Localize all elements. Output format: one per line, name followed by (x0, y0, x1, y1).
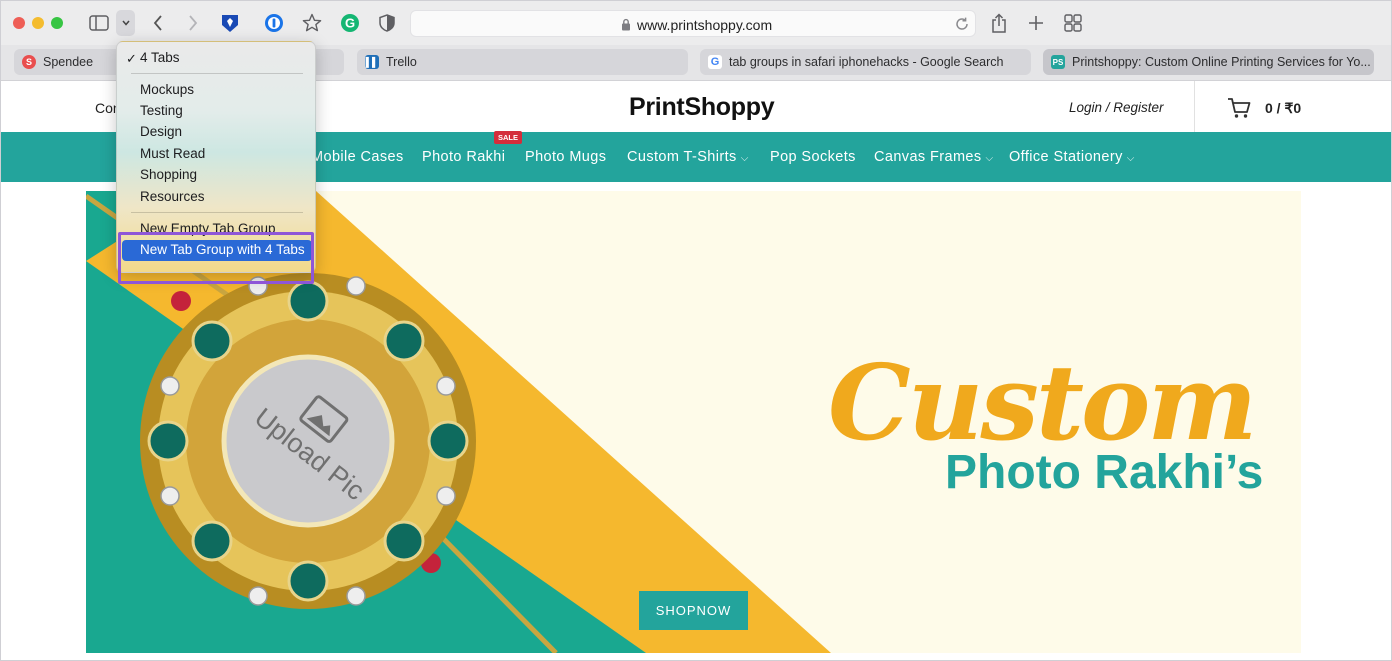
banner-headline-photo-rakhi: Photo Rakhi’s (945, 446, 1264, 499)
tab-title: tab groups in safari iphonehacks - Googl… (729, 55, 1004, 69)
spendee-icon: S (22, 55, 36, 69)
privacy-shield-icon[interactable] (375, 11, 399, 35)
sidebar-toggle-icon[interactable] (87, 11, 111, 35)
nav-canvas-frames[interactable]: Canvas Frames ⌵ (874, 149, 994, 165)
nav-custom-t-shirts[interactable]: Custom T-Shirts ⌵ (627, 149, 749, 165)
menu-item-resources[interactable]: Resources (140, 187, 205, 207)
annotation-highlight-box (118, 232, 314, 284)
share-icon[interactable] (987, 11, 1011, 35)
tab-printshoppy[interactable]: PS Printshoppy: Custom Online Printing S… (1043, 49, 1374, 75)
grammarly-icon[interactable]: G (338, 11, 362, 35)
menu-item-shopping[interactable]: Shopping (140, 165, 197, 185)
chevron-down-icon: ⌵ (985, 153, 994, 164)
menu-separator (131, 73, 303, 74)
password-manager-icon[interactable] (262, 11, 286, 35)
printshoppy-icon: PS (1051, 55, 1065, 69)
menu-item-testing[interactable]: Testing (140, 101, 183, 121)
header-divider (1194, 81, 1195, 132)
nav-label: Office Stationery (1009, 149, 1123, 165)
forward-icon[interactable] (181, 11, 205, 35)
chevron-down-icon: ⌵ (1126, 153, 1135, 164)
close-window-button[interactable] (13, 17, 25, 29)
tab-title: Spendee (43, 55, 94, 69)
nav-label: Photo Mugs (525, 149, 607, 165)
menu-item-mockups[interactable]: Mockups (140, 80, 194, 100)
fullscreen-window-button[interactable] (51, 17, 63, 29)
nav-photo-mugs[interactable]: Photo Mugs (525, 149, 606, 165)
nav-office-stationery[interactable]: Office Stationery ⌵ (1009, 149, 1135, 165)
login-register-link[interactable]: Login / Register (1069, 100, 1164, 115)
safari-window: G www.printshoppy.com S Spendee ▌▌ Trell… (0, 0, 1392, 661)
menu-item-must-read[interactable]: Must Read (140, 144, 205, 164)
tab-google-search[interactable]: G tab groups in safari iphonehacks - Goo… (700, 49, 1031, 75)
tab-trello[interactable]: ▌▌ Trello (357, 49, 688, 75)
chevron-down-icon (121, 20, 130, 26)
svg-text:G: G (345, 16, 355, 31)
google-icon: G (708, 55, 722, 69)
trello-icon: ▌▌ (365, 55, 379, 69)
browser-toolbar: G www.printshoppy.com (1, 1, 1391, 45)
address-bar[interactable]: www.printshoppy.com (410, 10, 976, 37)
sale-badge: SALE (494, 131, 522, 144)
menu-item-current-group[interactable]: 4 Tabs (140, 48, 180, 68)
shop-now-button[interactable]: SHOPNOW (639, 591, 748, 630)
brand-logo[interactable]: PrintShoppy (629, 93, 775, 122)
url-text: www.printshoppy.com (637, 17, 773, 33)
menu-separator (131, 212, 303, 213)
shield-extension-icon[interactable] (218, 11, 242, 35)
checkmark-icon: ✓ (126, 51, 137, 66)
nav-pop-sockets[interactable]: Pop Sockets (770, 149, 856, 165)
tab-title: Printshoppy: Custom Online Printing Serv… (1072, 55, 1371, 69)
nav-photo-rakhi[interactable]: Photo Rakhi (422, 149, 505, 165)
tab-title: Trello (386, 55, 417, 69)
tab-overview-icon[interactable] (1061, 11, 1085, 35)
lock-icon (622, 18, 630, 31)
chevron-down-icon: ⌵ (740, 153, 749, 164)
cart-icon[interactable] (1227, 97, 1251, 119)
nav-label: Pop Sockets (770, 149, 856, 165)
tab-group-dropdown-button[interactable] (116, 10, 135, 36)
bookmark-star-icon[interactable] (300, 11, 324, 35)
new-tab-icon[interactable] (1024, 11, 1048, 35)
menu-item-design[interactable]: Design (140, 122, 182, 142)
nav-label: Custom T-Shirts (627, 149, 737, 165)
nav-label: Canvas Frames (874, 149, 982, 165)
nav-label: Photo Rakhi (422, 149, 506, 165)
back-icon[interactable] (146, 11, 170, 35)
reload-icon[interactable] (953, 15, 971, 33)
cart-total[interactable]: 0 / ₹0 (1265, 100, 1301, 117)
nav-mobile-cases[interactable]: Mobile Cases (311, 149, 404, 165)
nav-label: Mobile Cases (311, 149, 404, 165)
minimize-window-button[interactable] (32, 17, 44, 29)
